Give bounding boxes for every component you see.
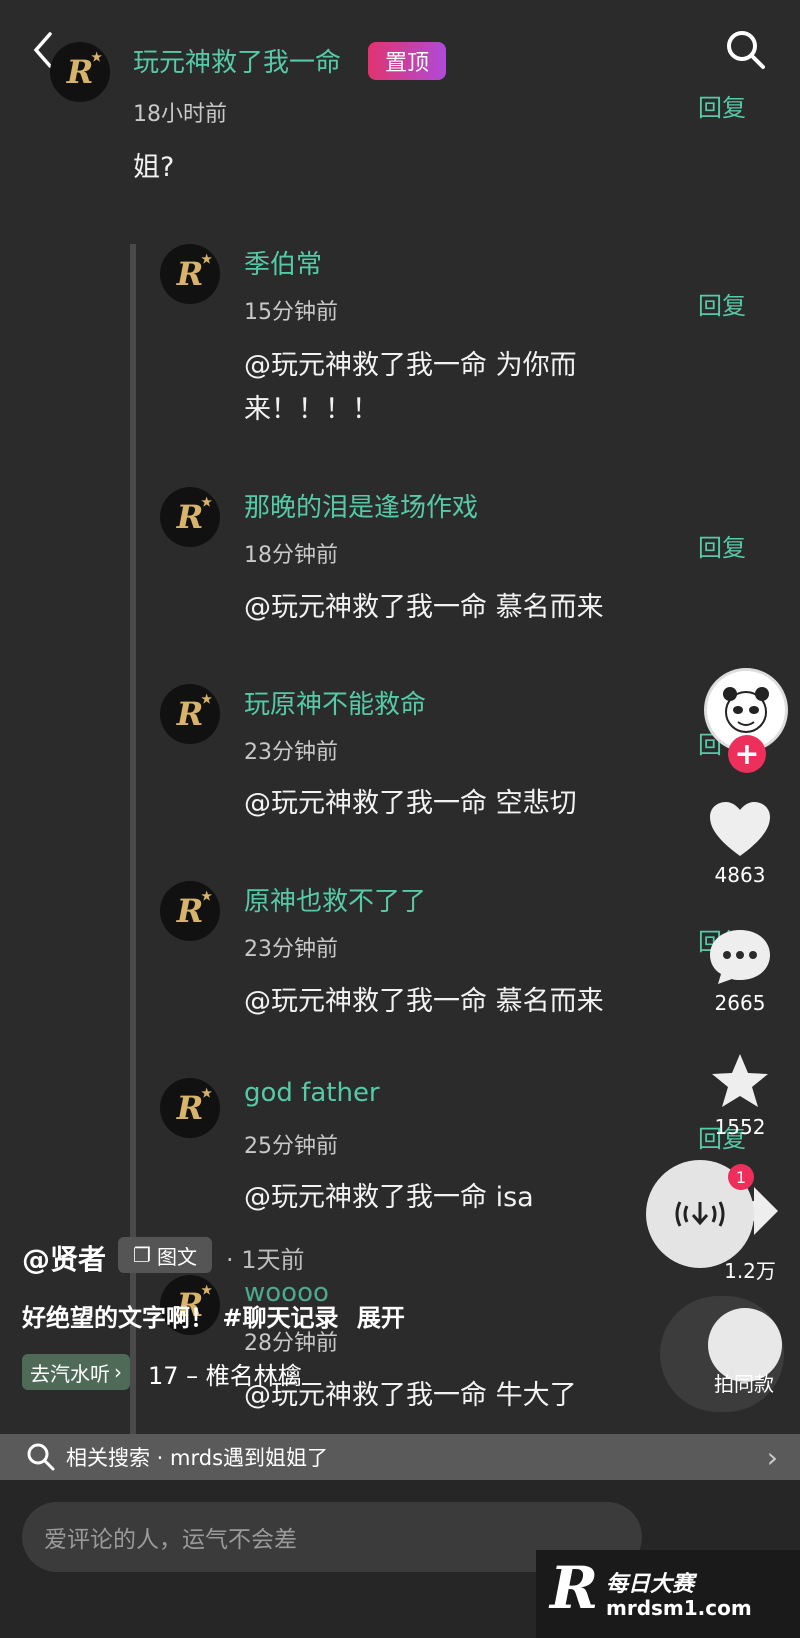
music-link-label: 去汽水听 (30, 1361, 110, 1386)
audio-download-icon (675, 1201, 725, 1227)
reply-username[interactable]: 玩原神不能救命 (244, 684, 426, 721)
related-search-bar[interactable]: 相关搜索 · mrds遇到姐姐了 › (0, 1434, 800, 1480)
reply-text: @玩元神救了我一命 空悲切 (244, 788, 577, 819)
reply-text-line: 来！！！！ (244, 394, 379, 425)
notification-badge: 1 (728, 1164, 754, 1190)
reply-username[interactable]: god father (244, 1078, 380, 1108)
avatar[interactable]: R ★ (160, 487, 220, 547)
search-icon (27, 1443, 55, 1471)
reply-time: 18分钟前 (244, 543, 338, 568)
favorite-count: 1552 (714, 1115, 766, 1139)
avatar[interactable]: R ★ (160, 1078, 220, 1138)
like-button[interactable]: 4863 (698, 800, 782, 887)
panda-avatar-icon (723, 687, 769, 733)
image-text-icon: ❐ (133, 1243, 151, 1267)
comment-input-placeholder: 爱评论的人，运气不会差 (44, 1527, 297, 1553)
music-label: 拍同款 (714, 1372, 774, 1396)
reply-button[interactable]: 回复 (698, 88, 746, 123)
heart-icon (710, 802, 770, 856)
favorite-button[interactable]: 1552 (698, 1052, 782, 1139)
reply-text: @玩元神救了我一命 为你而 来！！！！ (244, 344, 577, 432)
reply-button[interactable]: 回复 (698, 528, 746, 563)
caption-time: · 1天前 (226, 1246, 305, 1274)
related-search-label: 相关搜索 · mrds遇到姐姐了 (66, 1446, 329, 1470)
chevron-right-icon: › (114, 1360, 122, 1384)
reply-text-line: @玩元神救了我一命 为你而 (244, 350, 577, 381)
search-icon (727, 31, 765, 69)
watermark: R 每日大赛 mrdsm1.com (536, 1550, 800, 1638)
avatar[interactable]: R ★ (50, 42, 110, 102)
reply-time: 23分钟前 (244, 937, 338, 962)
follow-button[interactable]: + (728, 735, 766, 773)
reply-text: @玩元神救了我一命 慕名而来 (244, 592, 604, 623)
music-link-button[interactable]: 去汽水听 › (22, 1354, 130, 1390)
chevron-right-icon: › (766, 1440, 778, 1474)
watermark-url: mrdsm1.com (606, 1596, 752, 1620)
like-count: 4863 (714, 863, 766, 887)
comment-username[interactable]: 玩元神救了我一命 (133, 42, 341, 79)
plus-icon: + (734, 736, 760, 772)
post-type-badge: ❐ 图文 (118, 1237, 212, 1273)
reply-time: 15分钟前 (244, 300, 338, 325)
comment-count: 2665 (714, 991, 766, 1015)
watermark-title: 每日大赛 (606, 1572, 695, 1597)
comment-bubble-icon (710, 930, 770, 984)
avatar[interactable]: R ★ (160, 881, 220, 941)
search-button[interactable] (724, 28, 768, 72)
reply-time: 23分钟前 (244, 740, 338, 765)
music-disc-button[interactable]: 拍同款 (660, 1296, 784, 1412)
expand-link[interactable]: 展开 (357, 1304, 405, 1332)
reply-username[interactable]: 原神也救不了了 (244, 881, 426, 918)
pin-badge: 置顶 (368, 42, 446, 80)
reply-text: @玩元神救了我一命 慕名而来 (244, 986, 604, 1017)
comment-time: 18小时前 (133, 102, 227, 127)
reply-text: @玩元神救了我一命 isa (244, 1182, 534, 1213)
music-name: 17 – 椎名林檎 (148, 1362, 302, 1390)
avatar[interactable]: R ★ (160, 684, 220, 744)
watermark-logo: R (550, 1554, 599, 1622)
comment-button[interactable]: 2665 (698, 928, 782, 1015)
caption-author[interactable]: @贤者 (22, 1238, 106, 1278)
reply-username[interactable]: 那晚的泪是逢场作戏 (244, 487, 478, 524)
avatar[interactable]: R ★ (160, 244, 220, 304)
comment-text: 姐? (133, 152, 175, 183)
reply-username[interactable]: 季伯常 (244, 244, 322, 281)
caption-text-row: 好绝望的文字啊！ #聊天记录 展开 (22, 1298, 405, 1333)
caption-text: 好绝望的文字啊！ (22, 1304, 214, 1332)
hashtag-link[interactable]: #聊天记录 (222, 1304, 338, 1332)
reply-button[interactable]: 回复 (698, 286, 746, 321)
star-icon (712, 1054, 768, 1107)
reply-time: 25分钟前 (244, 1134, 338, 1159)
post-type-label: 图文 (156, 1244, 197, 1269)
